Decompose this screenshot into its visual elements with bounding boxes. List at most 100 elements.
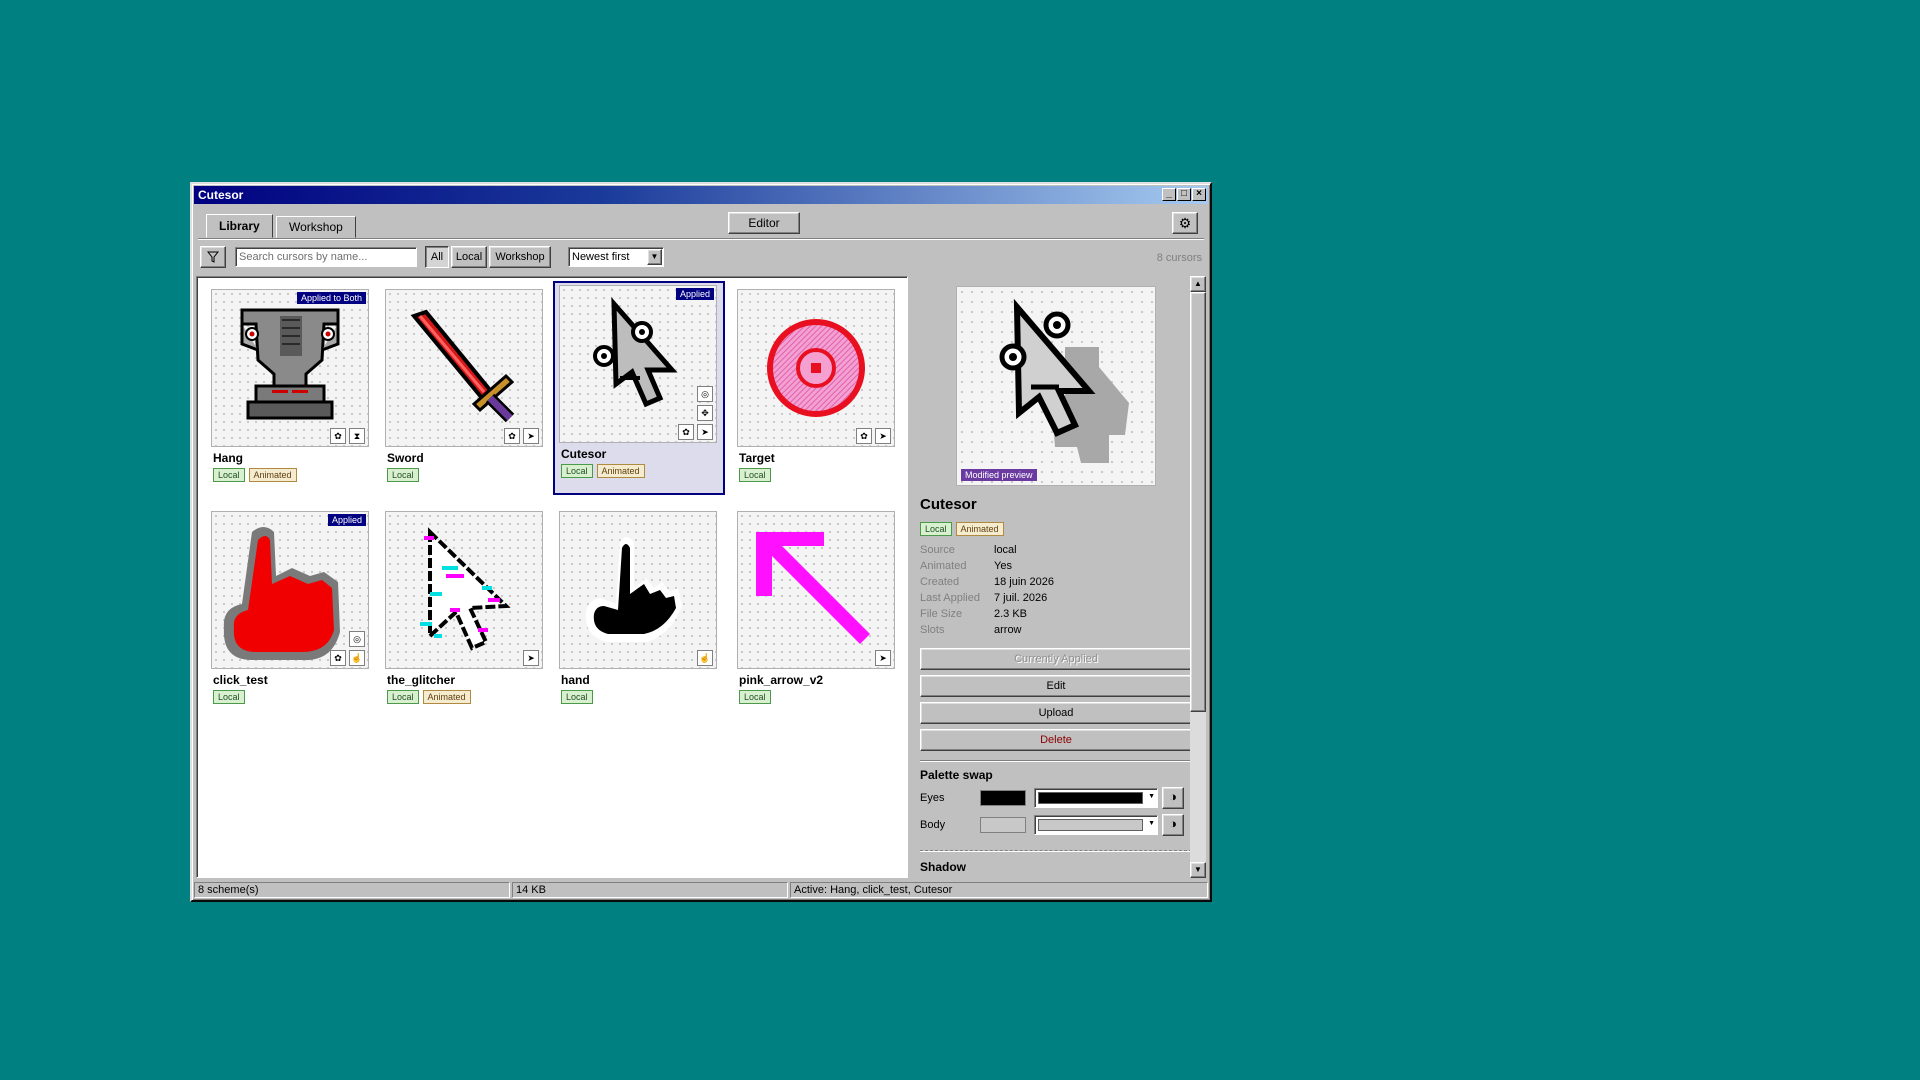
- arrow-pointer-icon[interactable]: ➤: [523, 650, 539, 666]
- cursor-card-cutesor[interactable]: Applied ◎ ✥ ✿ ➤ Cutesor Local Animated: [553, 281, 725, 495]
- chevron-down-icon: ▼: [1148, 793, 1155, 800]
- palette-icon[interactable]: ✿: [330, 650, 346, 666]
- meta-value: 7 juil. 2026: [994, 592, 1048, 604]
- cutesor-preview-image: [999, 298, 1129, 463]
- cursor-count: 8 cursors: [1156, 252, 1202, 264]
- filter-workshop-button[interactable]: Workshop: [489, 246, 551, 268]
- meta-value: 18 juin 2026: [994, 576, 1054, 588]
- cursor-card-hang[interactable]: Applied to Both ✿ ⧗ Hang Local Animated: [203, 283, 369, 483]
- title-bar[interactable]: Cutesor _ □ ×: [194, 186, 1208, 204]
- palette-icon[interactable]: ✿: [856, 428, 872, 444]
- chevron-down-icon: ▼: [1148, 820, 1155, 827]
- close-button[interactable]: ×: [1192, 188, 1206, 201]
- target-icon[interactable]: ◎: [349, 631, 365, 647]
- local-tag: Local: [561, 464, 593, 478]
- filter-button[interactable]: [200, 246, 226, 268]
- status-active: Active: Hang, click_test, Cutesor: [790, 882, 1208, 898]
- meta-key: Last Applied: [920, 592, 980, 604]
- arrow-pointer-icon[interactable]: ➤: [875, 650, 891, 666]
- cursor-thumbnail: Applied ◎ ✿ ☝: [211, 511, 369, 669]
- palette-icon[interactable]: ✿: [504, 428, 520, 444]
- local-tag: Local: [387, 690, 419, 704]
- contrast-icon: ◑: [1169, 816, 1177, 831]
- scroll-down-button[interactable]: ▼: [1190, 862, 1206, 878]
- palette-icon[interactable]: ✿: [330, 428, 346, 444]
- meta-value: arrow: [994, 624, 1022, 636]
- target-icon[interactable]: ◎: [697, 386, 713, 402]
- contrast-icon: ◑: [1169, 789, 1177, 804]
- currently-applied-button: Currently Applied: [920, 648, 1190, 670]
- local-tag: Local: [920, 522, 952, 536]
- body-color-fill: [1038, 819, 1143, 831]
- sword-cursor-image: [410, 309, 515, 423]
- local-tag: Local: [561, 690, 593, 704]
- minimize-button[interactable]: _: [1162, 188, 1176, 201]
- cursor-thumbnail: ➤: [385, 511, 543, 669]
- invert-body-button[interactable]: ◑: [1162, 814, 1184, 836]
- hand-icon[interactable]: ☝: [349, 650, 365, 666]
- cursor-name: hand: [561, 673, 590, 687]
- gear-icon: ⚙: [1178, 215, 1192, 231]
- details-scrollbar[interactable]: ▲ ▼: [1190, 276, 1206, 878]
- palette-icon[interactable]: ✿: [678, 424, 694, 440]
- meta-key: Slots: [920, 624, 945, 636]
- animated-tag: Animated: [248, 468, 297, 482]
- hand-icon[interactable]: ☝: [697, 650, 713, 666]
- cursor-card-hand[interactable]: ☝ hand Local: [551, 505, 717, 705]
- cursor-card-pink-arrow-v2[interactable]: ➤ pink_arrow_v2 Local: [729, 505, 895, 705]
- body-color-dropdown[interactable]: ▼: [1034, 815, 1158, 835]
- sort-value: Newest first: [572, 251, 630, 263]
- scroll-thumb[interactable]: [1190, 292, 1206, 712]
- tab-library[interactable]: Library: [206, 214, 273, 238]
- filter-all-button[interactable]: All: [425, 246, 449, 268]
- cursor-card-sword[interactable]: ✿ ➤ Sword Local: [377, 283, 543, 483]
- body-color-swatch: [980, 817, 1026, 833]
- sort-select[interactable]: Newest first ▼: [568, 247, 664, 267]
- meta-key: Source: [920, 544, 955, 556]
- cursor-thumbnail: ➤: [737, 511, 895, 669]
- applied-badge: Applied: [675, 288, 714, 300]
- meta-value: local: [994, 544, 1017, 556]
- editor-button[interactable]: Editor: [728, 212, 800, 234]
- settings-button[interactable]: ⚙: [1172, 212, 1198, 234]
- divider: [920, 850, 1190, 852]
- move-icon[interactable]: ✥: [697, 405, 713, 421]
- cursor-card-target[interactable]: ✿ ➤ Target Local: [729, 283, 895, 483]
- cursor-card-click-test[interactable]: Applied ◎ ✿ ☝ click_test Local: [203, 505, 369, 705]
- cursor-thumbnail: ✿ ➤: [737, 289, 895, 447]
- window-title: Cutesor: [198, 188, 244, 202]
- search-input[interactable]: [235, 247, 417, 267]
- eyes-color-dropdown[interactable]: ▼: [1034, 788, 1158, 808]
- meta-key: File Size: [920, 608, 963, 620]
- filter-local-button[interactable]: Local: [451, 246, 487, 268]
- meta-key: Created: [920, 576, 960, 588]
- arrow-pointer-icon[interactable]: ➤: [697, 424, 713, 440]
- edit-button[interactable]: Edit: [920, 675, 1190, 697]
- chevron-down-icon[interactable]: ▼: [647, 249, 662, 265]
- meta-value: Yes: [994, 560, 1012, 572]
- animated-tag: Animated: [422, 690, 471, 704]
- cursor-thumbnail: ☝: [559, 511, 717, 669]
- arrow-pointer-icon[interactable]: ➤: [523, 428, 539, 444]
- details-panel: Modified preview Cutesor Local Animated …: [908, 276, 1190, 878]
- cursor-card-the-glitcher[interactable]: ➤ the_glitcher Local Animated: [377, 505, 543, 705]
- header-divider: [198, 238, 1204, 240]
- eyes-color-swatch: [980, 790, 1026, 806]
- maximize-button[interactable]: □: [1177, 188, 1191, 201]
- black-hand-cursor-image: [585, 537, 682, 642]
- details-title: Cutesor: [920, 496, 977, 513]
- status-schemes: 8 scheme(s): [194, 882, 510, 898]
- scroll-up-button[interactable]: ▲: [1190, 276, 1206, 292]
- upload-button[interactable]: Upload: [920, 702, 1190, 724]
- delete-button[interactable]: Delete: [920, 729, 1190, 751]
- invert-eyes-button[interactable]: ◑: [1162, 787, 1184, 809]
- hourglass-icon[interactable]: ⧗: [349, 428, 365, 444]
- eyes-color-fill: [1038, 792, 1143, 804]
- arrow-pointer-icon[interactable]: ➤: [875, 428, 891, 444]
- cursor-thumbnail: ✿ ➤: [385, 289, 543, 447]
- cursor-name: Hang: [213, 451, 243, 465]
- app-window: Cutesor _ □ × Library Workshop Editor ⚙ …: [190, 182, 1212, 902]
- tab-workshop[interactable]: Workshop: [276, 216, 356, 238]
- local-tag: Local: [213, 690, 245, 704]
- local-tag: Local: [739, 468, 771, 482]
